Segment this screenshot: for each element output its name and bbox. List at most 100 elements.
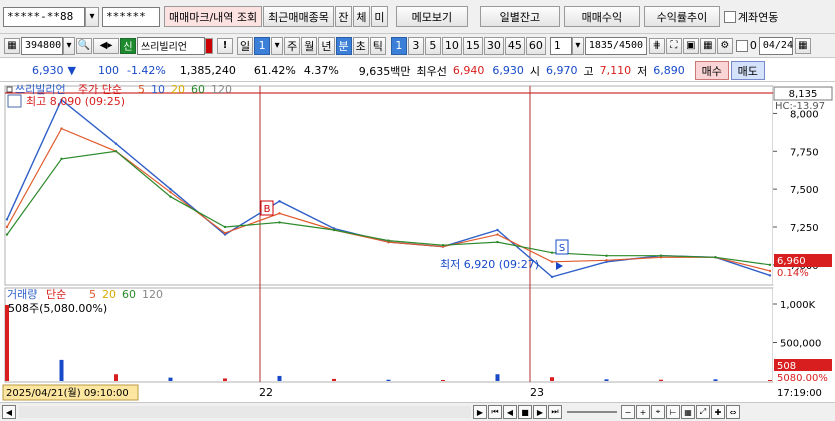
gear-icon[interactable]: ⚙ [716, 37, 733, 54]
account-dropdown-icon[interactable]: ▾ [85, 6, 99, 27]
daily-balance-button[interactable]: 일별잔고 [479, 6, 560, 27]
ma-legend-item: 60 [122, 288, 136, 301]
minute-3-button[interactable]: 3 [407, 36, 424, 55]
volume-panel [4, 287, 774, 383]
minute-30-button[interactable]: 30 [483, 36, 504, 55]
interval-dropdown-icon[interactable]: ▾ [571, 36, 584, 55]
tab-year[interactable]: 년 [318, 36, 335, 55]
ruler-icon[interactable]: ⊢ [666, 405, 680, 419]
period-value-field[interactable]: 1 [254, 36, 271, 55]
volume-bar [59, 359, 64, 381]
period-dropdown-icon[interactable]: ▾ [271, 36, 284, 55]
quote-change-pct: -1.42% [126, 64, 166, 77]
scroll-track[interactable] [19, 406, 471, 418]
save-icon[interactable]: ▣ [682, 37, 699, 54]
ma-legend-item: 60 [191, 84, 205, 96]
volume-bar [332, 378, 336, 381]
series-point [550, 260, 554, 264]
alert-icon[interactable]: ! [217, 37, 233, 54]
series-point [5, 233, 9, 236]
minute-60-button[interactable]: 60 [525, 36, 546, 55]
series-point [550, 275, 554, 279]
tab-second[interactable]: 초 [352, 36, 369, 55]
unfilled-button[interactable]: 미 [370, 6, 388, 27]
trade-profit-button[interactable]: 매매수익 [563, 6, 640, 27]
interval-select[interactable]: 1 [549, 36, 572, 55]
fit-icon[interactable]: ⇔ [726, 405, 740, 419]
quote-high: 7,110 [599, 64, 632, 77]
minute-15-button[interactable]: 15 [462, 36, 483, 55]
hc-label: HC:-13.97 [775, 101, 825, 112]
crop-icon[interactable]: ⛶ [665, 37, 682, 54]
series-point [387, 239, 390, 242]
count-field[interactable]: 1835/4500 [584, 36, 647, 55]
quote-high-label: 고 [583, 64, 594, 78]
quote-bar: 6,930 ▼ 100 -1.42% 1,385,240 61.42% 4.37… [0, 60, 835, 82]
scroll-right-icon[interactable]: ▶ [473, 405, 487, 419]
volume-bar [604, 379, 609, 381]
minute-45-button[interactable]: 45 [504, 36, 525, 55]
code-dropdown-icon[interactable]: ▾ [63, 36, 75, 55]
quote-vol-ratio: 61.42% [253, 64, 296, 77]
tab-week[interactable]: 주 [284, 36, 301, 55]
layout-icon[interactable]: ▦ [4, 37, 20, 54]
scroll-left-icon[interactable]: ◀ [2, 405, 16, 419]
chart-grid-icon[interactable] [7, 94, 22, 108]
prev-icon[interactable]: ◀ [503, 405, 517, 419]
password-field[interactable]: ****** [102, 6, 160, 27]
profit-trend-button[interactable]: 수익률추이 [643, 6, 720, 27]
new-listing-badge: 신 [120, 37, 136, 54]
count-checkbox[interactable] [735, 39, 748, 52]
account-field[interactable]: *****-**88 [3, 6, 85, 27]
cross-icon[interactable]: ✚ [711, 405, 725, 419]
stock-chart[interactable]: 8,0007,7507,5007,2507,000 1,000K500,000 … [0, 83, 835, 401]
balance-button[interactable]: 잔 [334, 6, 352, 27]
date-field[interactable]: 04/24 [758, 36, 793, 55]
account-link-checkbox[interactable] [723, 10, 736, 23]
stock-code-field[interactable]: 394800 [21, 36, 63, 55]
tab-minute[interactable]: 분 [335, 36, 352, 55]
volume-bar [441, 379, 445, 381]
series-point [605, 259, 608, 262]
tab-month[interactable]: 월 [301, 36, 318, 55]
conclude-button[interactable]: 체 [352, 6, 370, 27]
sell-button[interactable]: 매도 [730, 61, 765, 80]
count-value: 1835 [588, 40, 613, 51]
grid-icon[interactable]: ▦ [699, 37, 716, 54]
expand-icon[interactable]: ⤢ [696, 405, 710, 419]
calendar-icon[interactable]: ▦ [794, 37, 811, 54]
series-point [114, 150, 118, 153]
chart-settings-icon[interactable]: ⋕ [648, 37, 665, 54]
last-icon[interactable]: ⏭ [548, 405, 562, 419]
chart-scrollbar[interactable]: ◀ ▶ ⏮ ◀ ■ ▶ ⏭ − + ⌖ ⊢ ▦ ⤢ ✚ ⇔ [0, 402, 835, 421]
memo-button[interactable]: 메모보기 [395, 6, 468, 27]
y-tick-label: 1,000K [780, 300, 816, 311]
trade-mark-button[interactable]: 매매마크/내역 조회 [164, 6, 263, 27]
minute-5-button[interactable]: 5 [424, 36, 441, 55]
cursor-date: 2025/04/21(월) 09:10:00 [6, 387, 129, 399]
search-icon[interactable]: 🔍 [76, 37, 92, 54]
recent-items-button[interactable]: 최근매매종목 [263, 6, 334, 27]
first-icon[interactable]: ⏮ [488, 405, 502, 419]
account-toolbar: *****-**88 ▾ ****** 매매마크/내역 조회 최근매매종목 잔 … [0, 0, 835, 34]
tab-day[interactable]: 일 [237, 36, 254, 55]
tool-icon[interactable]: ⌖ [651, 405, 665, 419]
zoom-out-icon[interactable]: − [621, 405, 635, 419]
y-tick-label: 7,250 [790, 223, 819, 234]
stop-icon[interactable]: ■ [518, 405, 532, 419]
account-link-label: 계좌연동 [737, 10, 779, 24]
quote-volume: 1,385,240 [179, 64, 236, 77]
grid-toggle-icon[interactable]: ▦ [681, 405, 695, 419]
speaker-icon[interactable]: ◀▸ [93, 37, 119, 54]
stock-name-field[interactable]: 쓰리빌리언 [137, 36, 205, 55]
buy-button[interactable]: 매수 [694, 61, 729, 80]
x-label-22: 22 [259, 386, 273, 399]
minute-1-button[interactable]: 1 [390, 36, 407, 55]
minute-10-button[interactable]: 10 [441, 36, 462, 55]
chart-area[interactable]: 8,0007,7507,5007,2507,000 1,000K500,000 … [0, 83, 835, 401]
next-icon[interactable]: ▶ [533, 405, 547, 419]
zoom-in-icon[interactable]: + [636, 405, 650, 419]
tab-tick[interactable]: 틱 [369, 36, 386, 55]
series-point [169, 187, 172, 191]
zoom-slider[interactable] [567, 411, 617, 413]
